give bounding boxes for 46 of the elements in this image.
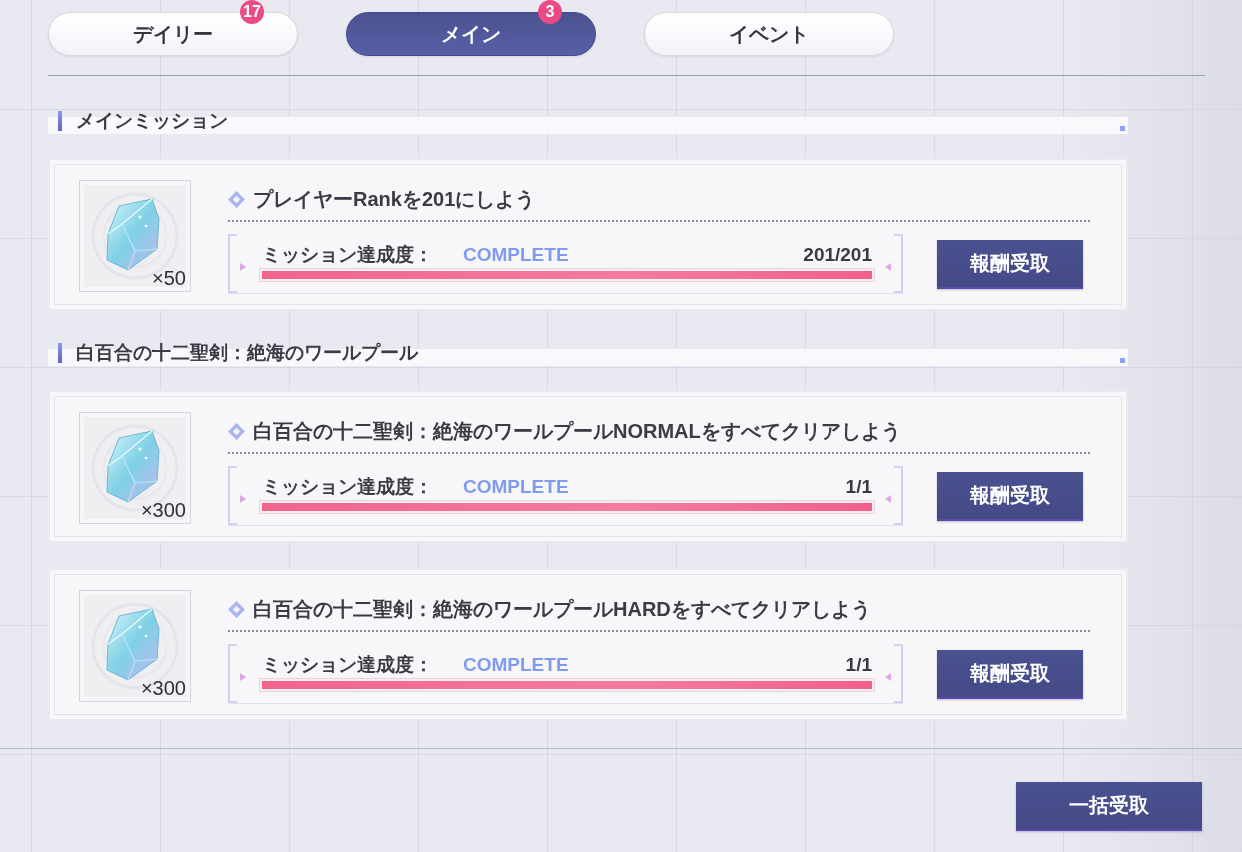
progress-label: ミッション達成度： [262, 243, 433, 267]
mission-title: プレイヤーRankを201にしよう [253, 187, 536, 211]
claim-reward-button[interactable]: 報酬受取 [937, 471, 1083, 521]
progress-label: ミッション達成度： [262, 653, 433, 677]
progress-reading: 1/1 [845, 476, 872, 498]
bracket-icon [893, 466, 903, 525]
tab[interactable]: イベント [644, 12, 894, 56]
claim-reward-button[interactable]: 報酬受取 [937, 239, 1083, 289]
claim-all-button[interactable]: 一括受取 [1016, 782, 1202, 831]
reward-quantity: ×300 [140, 677, 186, 699]
progress-reading: 201/201 [803, 244, 872, 266]
crystal-icon [105, 430, 161, 504]
bracket-icon [228, 644, 238, 703]
accent-bar-icon [58, 343, 62, 363]
square-marker-icon [1120, 358, 1125, 363]
section-title: 白百合の十二聖剣：絶海のワールプール [76, 341, 418, 365]
diamond-icon [228, 190, 245, 208]
mission-title: 白百合の十二聖剣：絶海のワールプールNORMALをすべてクリアしよう [253, 419, 901, 443]
triangle-marker-icon [240, 263, 246, 271]
triangle-marker-icon [885, 263, 891, 271]
bracket-icon [893, 234, 903, 293]
progress-reading: 1/1 [845, 654, 872, 676]
claim-reward-button[interactable]: 報酬受取 [937, 649, 1083, 699]
count-badge: 17 [240, 0, 264, 24]
triangle-marker-icon [885, 673, 891, 681]
mission-title: 白百合の十二聖剣：絶海のワールプールHARDをすべてクリアしよう [253, 597, 871, 621]
bracket-icon [228, 466, 238, 525]
crystal-icon [105, 198, 161, 272]
diamond-icon [228, 600, 245, 618]
accent-bar-icon [58, 111, 62, 131]
diamond-icon [228, 422, 245, 440]
triangle-marker-icon [240, 673, 246, 681]
square-marker-icon [1120, 126, 1125, 131]
count-badge: 3 [538, 0, 562, 24]
bracket-icon [893, 644, 903, 703]
reward-quantity: ×300 [140, 499, 186, 521]
status-text: COMPLETE [463, 476, 569, 498]
section-title: メインミッション [76, 109, 228, 133]
progress-label: ミッション達成度： [262, 475, 433, 499]
reward-quantity: ×50 [152, 267, 186, 289]
crystal-icon [105, 608, 161, 682]
triangle-marker-icon [240, 495, 246, 503]
status-text: COMPLETE [463, 654, 569, 676]
status-text: COMPLETE [463, 244, 569, 266]
triangle-marker-icon [885, 495, 891, 503]
bracket-icon [228, 234, 238, 293]
